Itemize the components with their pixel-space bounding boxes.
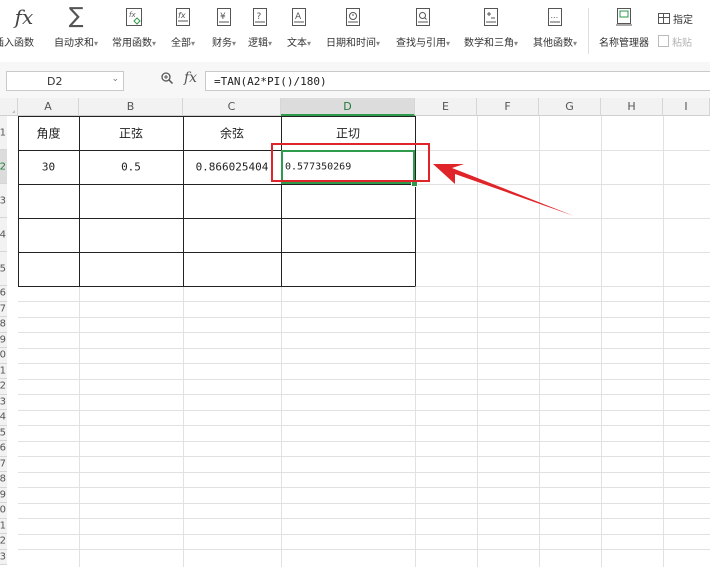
logic-icon: ? bbox=[253, 8, 267, 26]
paste-icon bbox=[658, 35, 669, 47]
table-grid-icon bbox=[658, 13, 670, 24]
specify-button[interactable]: 指定 bbox=[658, 11, 693, 26]
ribbon-separator bbox=[588, 8, 589, 54]
all-functions-icon: fx bbox=[176, 8, 190, 26]
spreadsheet-grid: A B C D E F G H I 1 2 3 4 5 6 7 8 9 10 1… bbox=[0, 98, 710, 567]
math-icon bbox=[484, 8, 498, 26]
svg-text:¥: ¥ bbox=[220, 12, 226, 22]
zoom-search-icon[interactable] bbox=[160, 71, 174, 89]
other-functions-icon: ... bbox=[548, 8, 562, 26]
formula-input[interactable]: =TAN(A2*PI()/180) bbox=[205, 71, 710, 91]
fx-icon[interactable]: fx bbox=[184, 70, 197, 86]
common-functions-icon: fx bbox=[126, 8, 142, 26]
autosum-button[interactable]: ∑ 自动求和▾ bbox=[50, 0, 102, 62]
formula-bar: D2 ⌄ fx =TAN(A2*PI()/180) bbox=[0, 62, 710, 98]
name-manager-icon bbox=[616, 8, 632, 26]
svg-text:...: ... bbox=[551, 11, 559, 20]
finance-button[interactable]: ¥ 财务▾ bbox=[204, 0, 244, 62]
finance-icon: ¥ bbox=[217, 8, 231, 26]
insert-function-button[interactable]: fx 插入函数 bbox=[0, 0, 48, 62]
datetime-button[interactable]: 日期和时间▾ bbox=[320, 0, 386, 62]
paste-button[interactable]: 粘贴 bbox=[658, 34, 692, 49]
text-functions-button[interactable]: A 文本▾ bbox=[281, 0, 317, 62]
cell-c1[interactable]: 余弦 bbox=[183, 116, 281, 150]
cell-c2[interactable]: 0.866025404 bbox=[183, 150, 281, 184]
datetime-icon bbox=[346, 8, 360, 26]
svg-text:fx: fx bbox=[178, 11, 186, 20]
cell-a2[interactable]: 30 bbox=[18, 150, 79, 184]
cell-a1[interactable]: 角度 bbox=[18, 116, 79, 150]
sigma-icon: ∑ bbox=[68, 4, 84, 29]
name-box[interactable]: D2 ⌄ bbox=[6, 71, 124, 91]
common-functions-button[interactable]: fx 常用函数▾ bbox=[106, 0, 162, 62]
svg-text:fx: fx bbox=[129, 11, 136, 19]
svg-text:A: A bbox=[295, 12, 302, 22]
formulas-ribbon: fx 插入函数 ∑ 自动求和▾ fx 常用函数▾ fx 全部▾ ¥ 财务▾ ? … bbox=[0, 0, 710, 63]
cell-b2[interactable]: 0.5 bbox=[79, 150, 183, 184]
other-functions-button[interactable]: ... 其他函数▾ bbox=[526, 0, 584, 62]
all-functions-button[interactable]: fx 全部▾ bbox=[164, 0, 202, 62]
fill-handle[interactable] bbox=[411, 180, 418, 187]
lookup-button[interactable]: 查找与引用▾ bbox=[390, 0, 456, 62]
cell-d1[interactable]: 正切 bbox=[281, 116, 415, 150]
chevron-down-icon: ⌄ bbox=[111, 74, 119, 84]
name-manager-button[interactable]: 名称管理器 bbox=[594, 0, 654, 62]
text-icon: A bbox=[292, 8, 306, 26]
lookup-icon bbox=[416, 8, 430, 26]
logic-button[interactable]: ? 逻辑▾ bbox=[244, 0, 276, 62]
math-trig-button[interactable]: 数学和三角▾ bbox=[458, 0, 524, 62]
svg-text:?: ? bbox=[257, 12, 262, 22]
fx-icon: fx bbox=[14, 5, 34, 29]
cell-d2-active[interactable]: 0.577350269 bbox=[281, 150, 415, 184]
cell-b1[interactable]: 正弦 bbox=[79, 116, 183, 150]
